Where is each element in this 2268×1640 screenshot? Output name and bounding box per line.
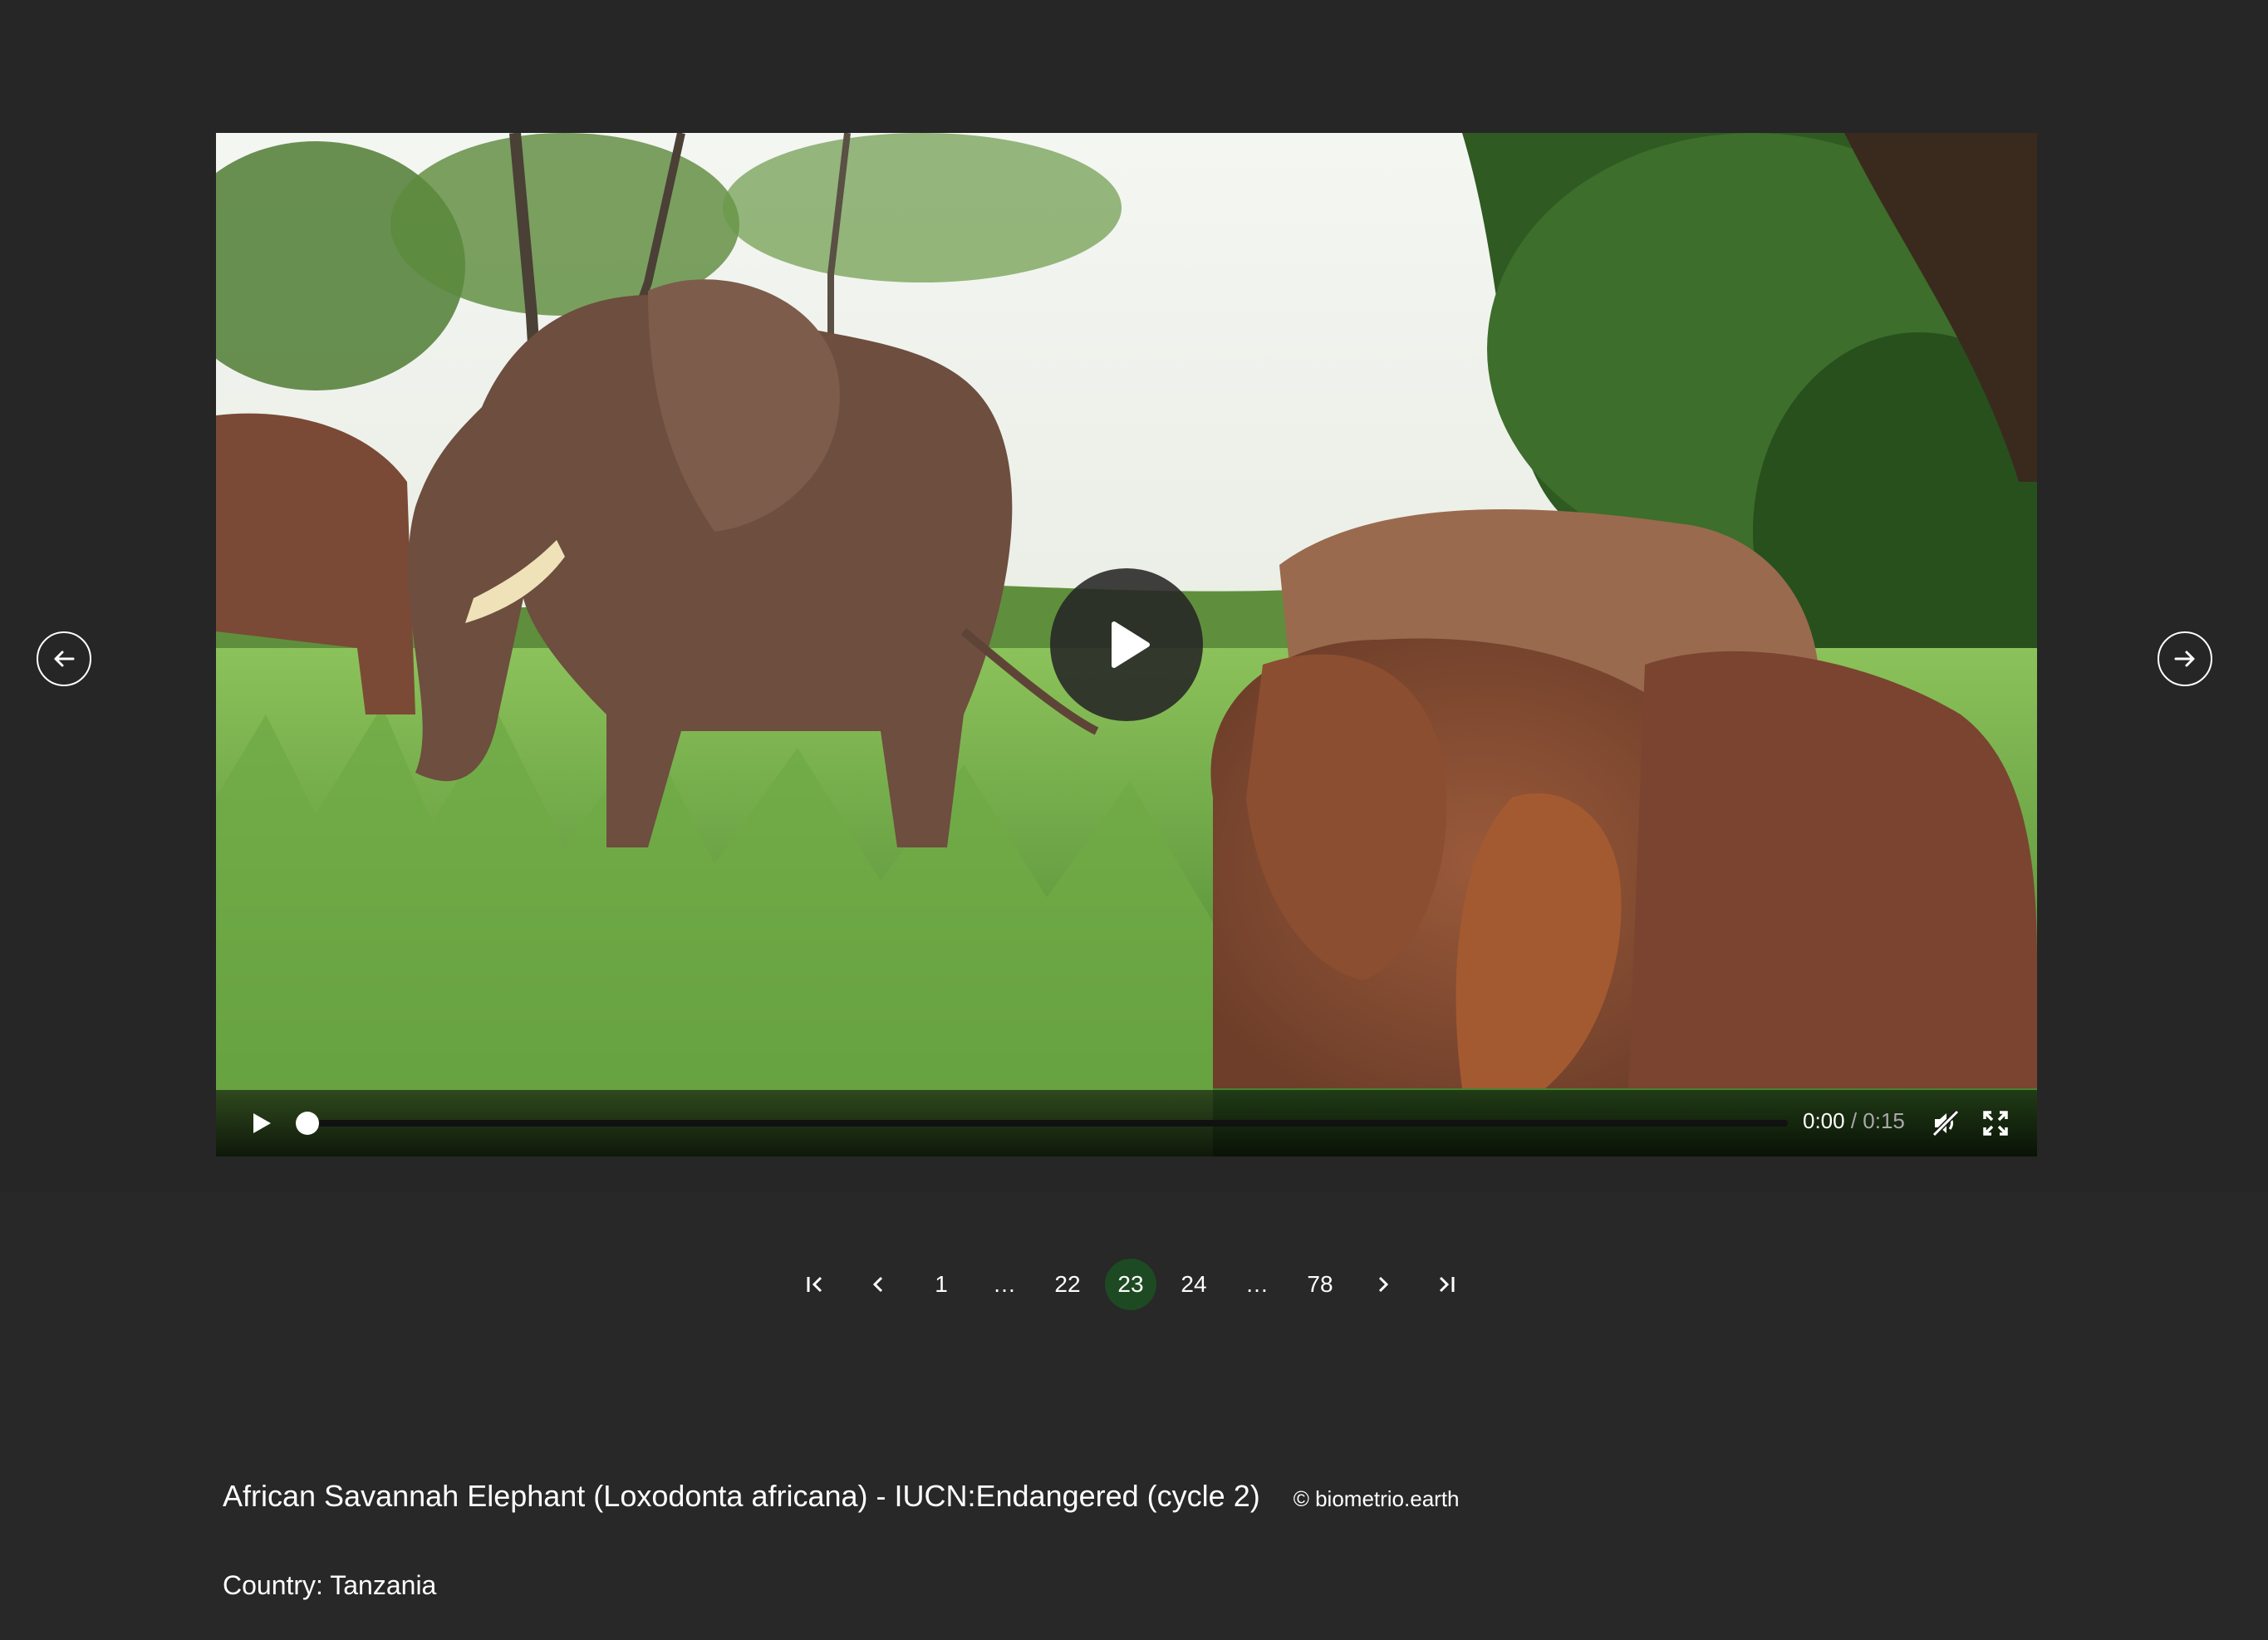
current-time: 0:00 <box>1803 1108 1845 1133</box>
last-page-button[interactable] <box>1421 1259 1472 1310</box>
video-controls: 0:00 / 0:15 <box>216 1090 2037 1156</box>
duration: 0:15 <box>1863 1108 1905 1133</box>
play-icon <box>1112 621 1150 668</box>
chevron-left-icon <box>872 1276 883 1293</box>
arrow-right-icon <box>2174 651 2195 667</box>
country-label: Country: Tanzania <box>223 1570 437 1600</box>
next-page-button[interactable] <box>1357 1259 1409 1310</box>
first-page-icon <box>807 1276 822 1293</box>
chevron-right-icon <box>1378 1276 1389 1293</box>
page-78[interactable]: 78 <box>1294 1259 1346 1310</box>
progress-bar[interactable] <box>296 1112 1788 1135</box>
previous-page-button[interactable] <box>852 1259 904 1310</box>
page-24[interactable]: 24 <box>1168 1259 1220 1310</box>
page-23-current[interactable]: 23 <box>1105 1259 1156 1310</box>
next-media-button[interactable] <box>2158 631 2212 686</box>
page-ellipsis: … <box>993 1271 1016 1297</box>
time-display: 0:00 / 0:15 <box>1803 1108 1905 1134</box>
first-page-button[interactable] <box>789 1259 841 1310</box>
media-stage: 0:00 / 0:15 <box>0 0 2268 1191</box>
copyright-credit: © biometrio.earth <box>1293 1486 1460 1511</box>
volume-muted-icon <box>1932 1109 1960 1137</box>
previous-media-button[interactable] <box>37 631 91 686</box>
fullscreen-button[interactable] <box>1979 1107 2012 1140</box>
page-22[interactable]: 22 <box>1042 1259 1093 1310</box>
fullscreen-icon <box>1983 1111 2008 1136</box>
page-ellipsis: … <box>1245 1271 1269 1297</box>
play-icon <box>253 1113 271 1133</box>
last-page-icon <box>1439 1276 1455 1293</box>
page-1[interactable]: 1 <box>916 1259 967 1310</box>
mute-button[interactable] <box>1929 1107 1962 1140</box>
media-caption: African Savannah Elephant (Loxodonta afr… <box>223 1479 1460 1514</box>
progress-handle[interactable] <box>296 1112 319 1135</box>
species-title: African Savannah Elephant (Loxodonta afr… <box>223 1479 1260 1513</box>
pagination: 1 … 22 23 24 … 78 <box>789 1259 1484 1310</box>
big-play-button[interactable] <box>1050 568 1203 721</box>
video-player[interactable]: 0:00 / 0:15 <box>216 133 2037 1156</box>
arrow-left-icon <box>54 651 75 667</box>
play-button[interactable] <box>243 1105 279 1142</box>
time-separator: / <box>1844 1108 1863 1133</box>
